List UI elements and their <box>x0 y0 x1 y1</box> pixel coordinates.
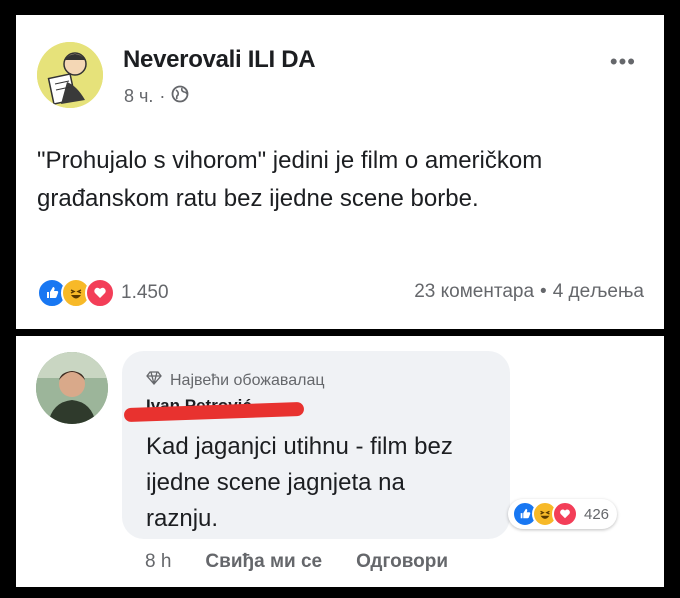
diamond-icon <box>146 371 162 390</box>
meta-separator: · <box>159 86 166 106</box>
avatar[interactable] <box>36 352 108 424</box>
post-reactions[interactable]: 1.450 <box>37 278 169 308</box>
comment-bubble: Највећи обожавалац Ivan Petrović Kad jag… <box>122 351 510 539</box>
love-icon <box>552 501 578 527</box>
comment-card: Највећи обожавалац Ivan Petrović Kad jag… <box>16 336 664 587</box>
post-meta: 8 ч. · <box>124 85 189 108</box>
page-avatar[interactable] <box>37 42 103 108</box>
page-name[interactable]: Neverovali ILI DA <box>123 46 316 74</box>
comments-count[interactable]: 23 коментара <box>414 281 534 303</box>
badge-label: Највећи обожавалац <box>170 371 325 389</box>
more-options-button[interactable]: ••• <box>610 49 636 75</box>
reply-button[interactable]: Одговори <box>356 551 448 573</box>
reaction-count[interactable]: 1.450 <box>121 282 169 304</box>
comment-reactions[interactable]: 426 <box>508 499 618 529</box>
comment-time[interactable]: 8 h <box>145 551 171 573</box>
stats-separator: • <box>540 281 547 302</box>
comment-text: Kad jaganjci utihnu - film bez ijedne sc… <box>146 433 453 532</box>
cartoon-avatar-icon <box>37 42 103 108</box>
post-stats: 23 коментара • 4 дељења <box>414 281 644 303</box>
shares-count[interactable]: 4 дељења <box>553 281 644 303</box>
post-time[interactable]: 8 ч. <box>124 86 153 107</box>
user-photo-icon <box>36 352 108 424</box>
top-fan-badge: Највећи обожавалац <box>146 371 325 390</box>
comment-reaction-count: 426 <box>584 505 610 523</box>
post-text: "Prohujalo s vihorom" jedini je film o a… <box>37 147 543 212</box>
comment-actions: 8 h Свиђа ми се Одговори <box>145 551 448 573</box>
like-button[interactable]: Свиђа ми се <box>205 551 322 573</box>
globe-icon <box>171 85 189 108</box>
love-icon <box>85 278 115 308</box>
post-card: Neverovali ILI DA 8 ч. · ••• "Prohujalo … <box>16 15 664 329</box>
